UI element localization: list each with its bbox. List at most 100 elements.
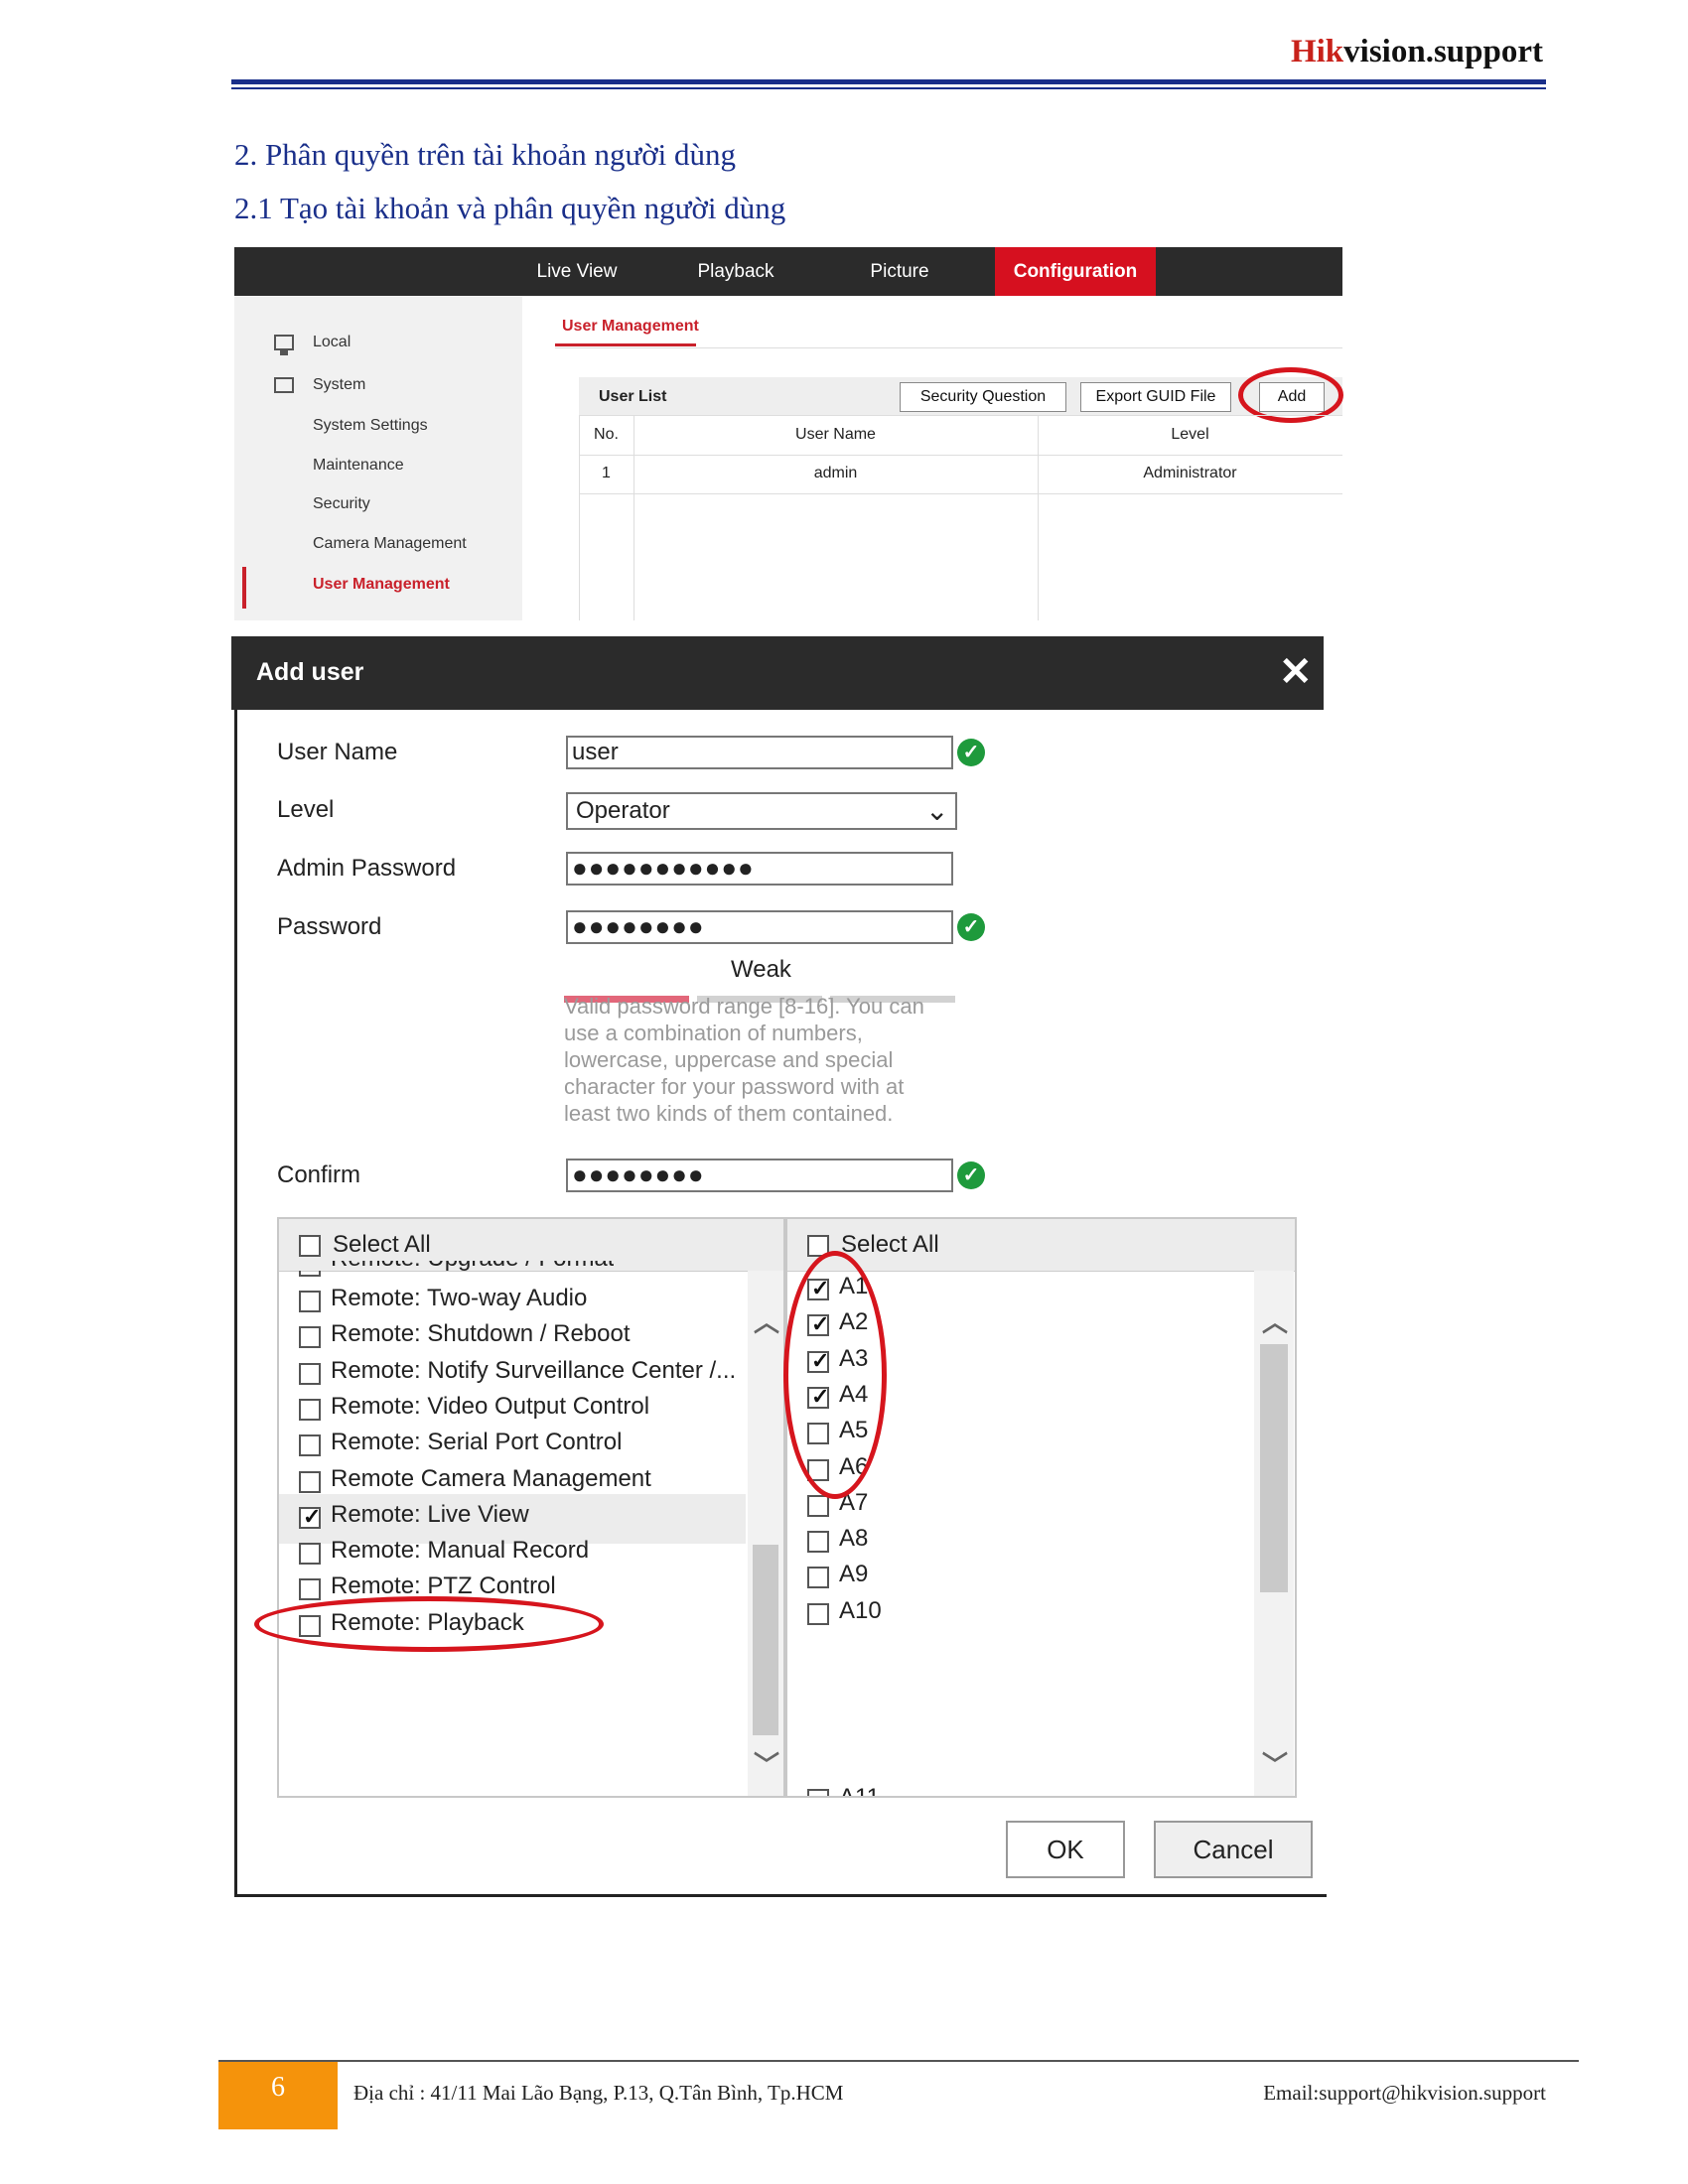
footer-address: Địa chỉ : 41/11 Mai Lão Bạng, P.13, Q.Tâ… — [353, 2081, 844, 2105]
permission-checkbox[interactable] — [299, 1543, 321, 1566]
subsection-heading: 2.1 Tạo tài khoản và phân quyền người dù… — [234, 191, 786, 225]
channel-scroll-thumb[interactable] — [1260, 1344, 1288, 1592]
chevron-up-icon[interactable]: ︿ — [1262, 1302, 1288, 1339]
export-guid-button[interactable]: Export GUID File — [1080, 382, 1231, 412]
admin-password-field[interactable]: ●●●●●●●●●●● — [566, 852, 953, 886]
sidebar-item-camera-management[interactable]: Camera Management — [313, 535, 467, 553]
table-rule — [579, 415, 580, 620]
valid-check-icon: ✓ — [957, 1161, 985, 1189]
table-cell-no[interactable]: 1 — [579, 465, 633, 482]
channel-label: A8 — [839, 1525, 869, 1553]
permission-checkbox[interactable] — [299, 1470, 321, 1493]
header-rule — [231, 79, 1546, 84]
table-header-user-name: User Name — [795, 426, 876, 443]
table-rule — [579, 493, 1342, 494]
permission-list: Select All Remote: Upgrade / Format Remo… — [277, 1217, 785, 1798]
chevron-down-icon[interactable]: ⌄ — [925, 792, 948, 830]
table-header-level: Level — [1171, 426, 1209, 443]
channel-item-partial-label: A11 — [839, 1784, 880, 1798]
tab-separator — [555, 347, 1342, 348]
table-cell-user-name[interactable]: admin — [633, 465, 1038, 482]
highlight-ellipse — [254, 1596, 604, 1652]
page-number: 6 — [218, 2062, 338, 2129]
footer-rule — [218, 2060, 1579, 2062]
ok-button[interactable]: OK — [1006, 1821, 1125, 1878]
select-all-checkbox[interactable] — [299, 1235, 321, 1257]
table-rule — [633, 415, 634, 620]
user-list-label: User List — [599, 388, 667, 405]
channel-item-partial: A11 — [839, 1784, 880, 1798]
select-all-label: Select All — [841, 1231, 939, 1258]
user-name-field[interactable]: user — [566, 736, 953, 769]
password-help-text: Valid password range [8-16]. You can use… — [564, 994, 924, 1126]
nav-live-view[interactable]: Live View — [522, 247, 632, 296]
admin-password-label: Admin Password — [277, 855, 457, 882]
footer-email: Email:support@hikvision.support — [1263, 2081, 1546, 2105]
nav-playback[interactable]: Playback — [681, 247, 790, 296]
monitor-icon-stand — [280, 350, 288, 355]
sidebar-active-indicator — [242, 567, 246, 609]
level-select[interactable]: Operator — [566, 792, 957, 830]
channel-item[interactable]: A10 — [787, 1593, 1244, 1637]
header-rule-thin — [231, 87, 1546, 89]
permission-checkbox[interactable] — [299, 1398, 321, 1421]
highlight-ellipse — [783, 1251, 887, 1499]
monitor-icon — [274, 335, 294, 350]
table-rule — [1038, 415, 1039, 620]
level-select-value: Operator — [576, 797, 670, 824]
sidebar-item-system[interactable]: System — [313, 376, 365, 394]
strength-label: Weak — [731, 956, 791, 983]
permission-label: Remote: Serial Port Control — [331, 1429, 623, 1456]
password-field[interactable]: ●●●●●●●● — [566, 910, 953, 944]
permission-checkbox[interactable] — [299, 1326, 321, 1349]
sidebar-item-user-management[interactable]: User Management — [313, 576, 450, 594]
permission-label: Remote: Live View — [331, 1500, 529, 1528]
permission-checkbox[interactable] — [299, 1291, 321, 1312]
channel-checkbox[interactable] — [807, 1494, 829, 1517]
sidebar-item-system-settings[interactable]: System Settings — [313, 417, 428, 435]
permission-scroll-thumb[interactable] — [753, 1545, 778, 1735]
valid-check-icon: ✓ — [957, 913, 985, 941]
nav-configuration[interactable]: Configuration — [995, 247, 1156, 296]
permission-label: Remote: Video Output Control — [331, 1392, 650, 1420]
table-cell-level[interactable]: Administrator — [1038, 465, 1342, 482]
valid-check-icon: ✓ — [957, 739, 985, 766]
permission-items: Remote: Two-way Audio Remote: Shutdown / … — [279, 1271, 746, 1796]
user-name-label: User Name — [277, 739, 398, 765]
cancel-button[interactable]: Cancel — [1154, 1821, 1313, 1878]
chevron-up-icon[interactable]: ︿ — [754, 1302, 779, 1339]
security-question-button[interactable]: Security Question — [900, 382, 1066, 412]
permission-label: Remote: Manual Record — [331, 1537, 590, 1565]
dialog-title: Add user — [256, 658, 364, 686]
permission-checkbox[interactable] — [299, 1504, 321, 1530]
tab-user-management[interactable]: User Management — [562, 318, 699, 336]
brand-hik: Hik — [1290, 34, 1344, 69]
permission-label: Remote Camera Management — [331, 1464, 651, 1492]
chevron-down-icon[interactable]: ﹀ — [754, 1745, 779, 1782]
sidebar-item-maintenance[interactable]: Maintenance — [313, 457, 404, 475]
sidebar-item-local[interactable]: Local — [313, 334, 351, 351]
permission-checkbox[interactable] — [299, 1362, 321, 1385]
permission-checkbox[interactable] — [299, 1434, 321, 1457]
permission-label: Remote: Two-way Audio — [331, 1285, 588, 1311]
channel-checkbox[interactable] — [807, 1567, 829, 1589]
sidebar-item-security[interactable]: Security — [313, 495, 370, 513]
channel-checkbox[interactable] — [807, 1531, 829, 1554]
table-rule — [579, 415, 1342, 416]
confirm-label: Confirm — [277, 1161, 361, 1188]
system-icon — [274, 377, 294, 393]
channel-label: A10 — [839, 1596, 882, 1624]
close-icon[interactable]: ✕ — [1279, 650, 1313, 694]
level-label: Level — [277, 796, 335, 823]
chevron-down-icon[interactable]: ﹀ — [1262, 1745, 1288, 1782]
permission-label: Remote: Notify Surveillance Center /... — [331, 1356, 737, 1384]
nav-picture[interactable]: Picture — [845, 247, 954, 296]
permission-label: Remote: Shutdown / Reboot — [331, 1320, 631, 1348]
brand-logo-text: Hikvision.support — [1291, 34, 1543, 70]
confirm-field[interactable]: ●●●●●●●● — [566, 1159, 953, 1192]
permission-checkbox[interactable] — [299, 1578, 321, 1601]
brand-rest: vision.support — [1343, 34, 1543, 69]
tab-underline — [555, 343, 696, 346]
section-heading: 2. Phân quyền trên tài khoản người dùng — [234, 137, 737, 172]
channel-checkbox[interactable] — [807, 1602, 829, 1625]
